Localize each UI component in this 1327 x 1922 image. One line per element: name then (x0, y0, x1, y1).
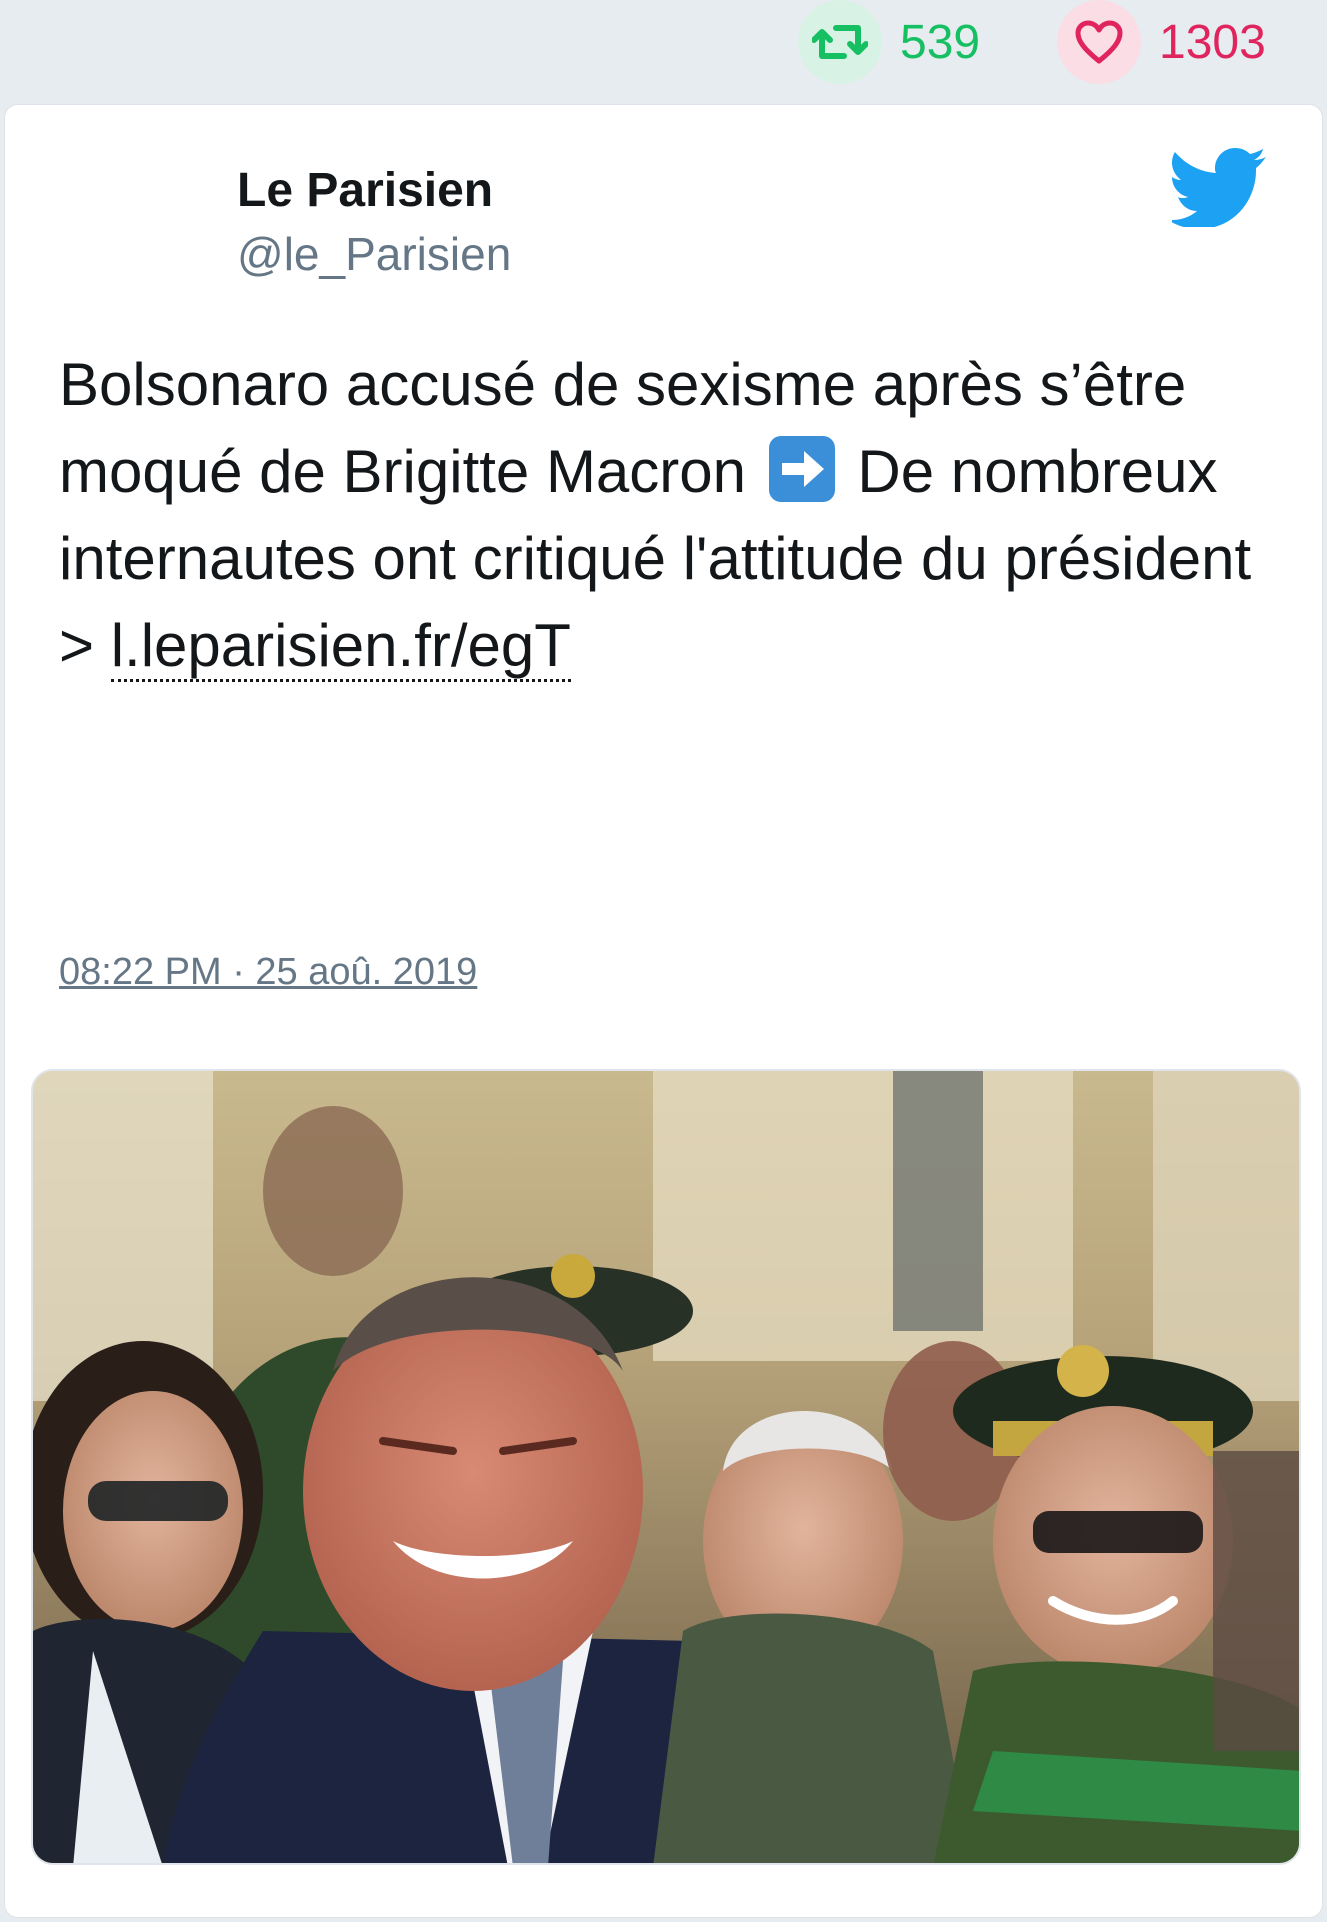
right-arrow-emoji (768, 436, 835, 502)
top-stats-bar: 539 1303 (0, 0, 1327, 100)
twitter-bird-icon[interactable] (1168, 147, 1268, 229)
like-stat[interactable]: 1303 (1057, 0, 1266, 84)
heart-icon (1057, 0, 1141, 84)
tweet-link[interactable]: l.leparisien.fr/egT (110, 612, 571, 682)
tweet-timestamp[interactable]: 08:22 PM · 25 aoû. 2019 (59, 951, 477, 994)
author-handle[interactable]: @le_Parisien (237, 227, 511, 281)
retweet-stat[interactable]: 539 (798, 0, 980, 84)
like-count: 1303 (1159, 15, 1266, 69)
retweet-count: 539 (900, 15, 981, 69)
tweet-text: Bolsonaro accusé de sexisme après s’être… (59, 341, 1259, 689)
author-display-name[interactable]: Le Parisien (237, 163, 493, 218)
avatar[interactable] (61, 161, 171, 271)
tweet-card: Le Parisien @le_Parisien Bolsonaro accus… (4, 104, 1323, 1918)
retweet-icon (798, 0, 882, 84)
photo-image (33, 1071, 1299, 1863)
tweet-photo[interactable] (31, 1069, 1301, 1865)
